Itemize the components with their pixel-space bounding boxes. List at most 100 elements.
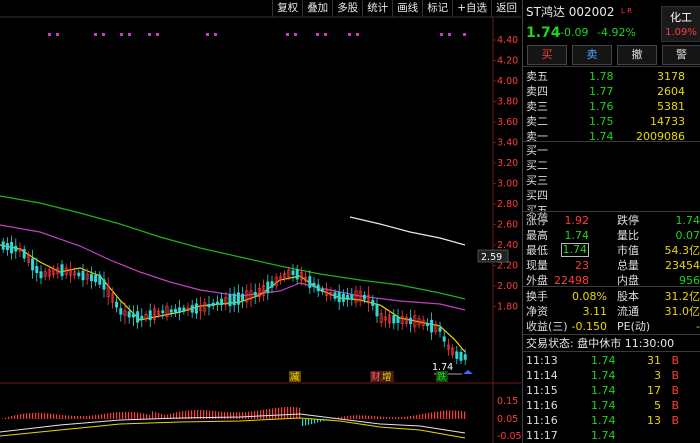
candle-body bbox=[77, 272, 81, 277]
indicator-bar bbox=[17, 414, 19, 419]
indicator-bar bbox=[155, 412, 157, 419]
indicator-bar bbox=[14, 415, 16, 419]
sell-button[interactable]: 卖 bbox=[572, 45, 612, 65]
candle-body bbox=[430, 319, 434, 333]
indicator-bar bbox=[425, 413, 427, 419]
stat-value: 0.07 bbox=[675, 229, 700, 242]
event-dot bbox=[316, 33, 319, 36]
buy-level-label: 买三 bbox=[526, 174, 548, 187]
cancel-order-button[interactable]: 撤 bbox=[617, 45, 657, 65]
indicator-bar bbox=[233, 412, 235, 419]
indicator-bar bbox=[371, 415, 373, 419]
candle-body bbox=[148, 310, 152, 321]
indicator-bar bbox=[221, 411, 223, 419]
event-dot bbox=[286, 33, 289, 36]
price-axis-tick: 2.40 bbox=[497, 240, 518, 251]
indicator-bar bbox=[446, 410, 448, 419]
indicator-bar bbox=[401, 416, 403, 419]
buy-level-row[interactable]: 买三 bbox=[523, 173, 700, 188]
tick-time: 11:14 bbox=[526, 369, 558, 382]
buy-level-label: 买一 bbox=[526, 144, 548, 157]
candle-body bbox=[459, 351, 463, 361]
tick-row[interactable]: 11:16 1.74 5 B bbox=[523, 398, 700, 413]
candle-body bbox=[362, 294, 366, 300]
event-dot bbox=[148, 33, 151, 36]
buy-button[interactable]: 买 bbox=[527, 45, 567, 65]
indicator-bar bbox=[347, 415, 349, 419]
price-change: -0.09 bbox=[560, 26, 589, 39]
buy-level-row[interactable]: 买一 bbox=[523, 143, 700, 158]
kline-chart-area[interactable]: 复权 叠加 多股 统计 画线 标记 +自选 返回 4.40 4.20 4.00 3.8… bbox=[0, 0, 521, 443]
scroll-up-icon[interactable] bbox=[463, 370, 473, 374]
stat-value: 1.74 bbox=[564, 229, 590, 242]
sell-level-volume: 5381 bbox=[657, 100, 685, 113]
sell-level-label: 卖三 bbox=[526, 100, 548, 113]
marker-drop[interactable]: 跌 bbox=[437, 371, 447, 383]
sell-level-row[interactable]: 卖五 1.78 3178 bbox=[523, 69, 700, 84]
indicator-bar bbox=[365, 415, 367, 419]
stat-label: 现量 bbox=[526, 259, 548, 272]
candle-body bbox=[39, 271, 43, 279]
buy-level-row[interactable]: 买二 bbox=[523, 158, 700, 173]
fund-value: 31.2亿 bbox=[664, 290, 700, 303]
candle-body bbox=[270, 281, 274, 288]
indicator-axis: 0.15 0.05 -0.05 bbox=[497, 396, 521, 442]
indicator-bar bbox=[26, 413, 28, 419]
price-axis-tick: 3.40 bbox=[497, 138, 518, 149]
indicator-bar bbox=[95, 414, 97, 419]
fund-row[interactable]: 收益(三) -0.150 PE(动) - bbox=[523, 319, 700, 334]
indicator-bar bbox=[296, 407, 298, 419]
buy-level-row[interactable]: 买四 bbox=[523, 188, 700, 203]
stat-row[interactable]: 最低 1.74 市值 54.3亿 bbox=[523, 243, 700, 258]
indicator-bar bbox=[263, 409, 265, 419]
sell-level-row[interactable]: 卖三 1.76 5381 bbox=[523, 99, 700, 114]
stock-name[interactable]: ST鸿达 002002 bbox=[526, 5, 615, 20]
tick-row[interactable]: 11:13 1.74 31 B bbox=[523, 353, 700, 368]
indicator-bar bbox=[74, 415, 76, 419]
indicator-bar bbox=[455, 410, 457, 419]
fund-row[interactable]: 净资 3.11 流通 31.0亿 bbox=[523, 304, 700, 319]
tick-price: 1.74 bbox=[591, 384, 616, 397]
indicator-bar bbox=[140, 412, 142, 419]
event-dot bbox=[324, 33, 327, 36]
candle-body bbox=[127, 311, 131, 318]
price-chart[interactable]: 4.40 4.20 4.00 3.80 3.60 3.40 3.20 3.00 2.80 2.60… bbox=[0, 0, 521, 443]
indicator-bar bbox=[89, 415, 91, 419]
stat-label: 最高 bbox=[526, 229, 548, 242]
stat-value: 54.3亿 bbox=[664, 244, 700, 257]
stat-row[interactable]: 涨停 1.92 跌停 1.74 bbox=[523, 213, 700, 228]
candle-body bbox=[350, 294, 354, 300]
tick-row[interactable]: 11:17 1.74 bbox=[523, 428, 700, 443]
stat-value: 23 bbox=[575, 259, 589, 272]
candle-body bbox=[312, 282, 316, 288]
indicator-bar bbox=[32, 412, 34, 419]
tick-row[interactable]: 11:16 1.74 13 B bbox=[523, 413, 700, 428]
stat-row[interactable]: 最高 1.74 量比 0.07 bbox=[523, 228, 700, 243]
indicator-bar bbox=[395, 417, 397, 419]
sell-level-volume: 3178 bbox=[657, 70, 685, 83]
indicator-bar bbox=[53, 414, 55, 419]
tick-time: 11:15 bbox=[526, 384, 558, 397]
tick-time: 11:13 bbox=[526, 354, 558, 367]
marker-reduce[interactable]: 减 bbox=[290, 371, 300, 383]
indicator-bar bbox=[386, 416, 388, 419]
stat-label: 跌停 bbox=[617, 214, 639, 227]
tick-row[interactable]: 11:14 1.74 3 B bbox=[523, 368, 700, 383]
alert-button[interactable]: 警 bbox=[662, 45, 700, 65]
sell-level-row[interactable]: 卖二 1.75 14733 bbox=[523, 114, 700, 129]
sell-level-row[interactable]: 卖四 1.77 2604 bbox=[523, 84, 700, 99]
stat-row[interactable]: 现量 23 总量 23454 bbox=[523, 258, 700, 273]
indicator-bar bbox=[290, 406, 292, 419]
marker-finance[interactable]: 财 bbox=[371, 371, 381, 383]
price-axis-tick: 1.80 bbox=[497, 302, 518, 313]
tick-time: 11:17 bbox=[526, 429, 558, 442]
tick-row[interactable]: 11:15 1.74 17 B bbox=[523, 383, 700, 398]
indicator-bar bbox=[242, 412, 244, 419]
marker-increase[interactable]: 增 bbox=[382, 371, 392, 383]
indicator-bar bbox=[71, 415, 73, 419]
candle-body bbox=[81, 270, 85, 281]
candle-body bbox=[190, 305, 194, 313]
candle-body bbox=[1, 241, 5, 250]
stat-value: 1.74 bbox=[675, 214, 700, 227]
fund-row[interactable]: 换手 0.08% 股本 31.2亿 bbox=[523, 289, 700, 304]
